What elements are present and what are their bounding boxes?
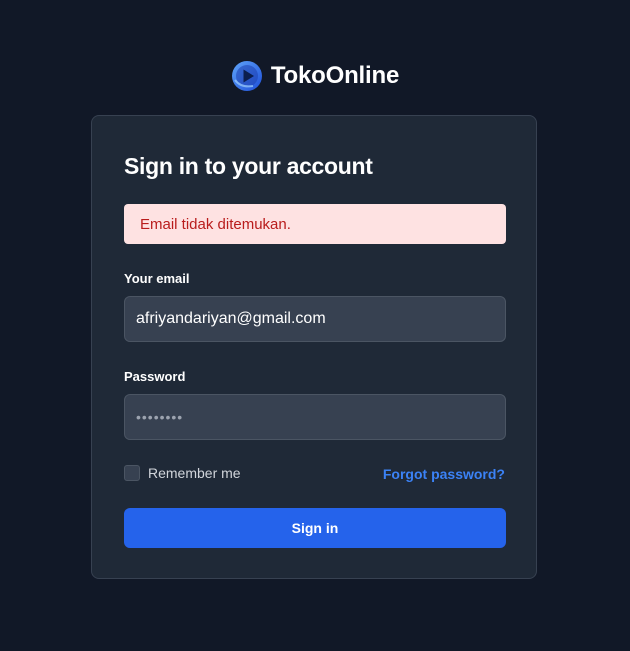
password-label: Password xyxy=(124,369,186,384)
login-page: TokoOnline Sign in to your account Email… xyxy=(0,0,630,651)
error-alert: Email tidak ditemukan. xyxy=(124,204,506,244)
page-title: Sign in to your account xyxy=(124,153,373,179)
remember-me-label: Remember me xyxy=(148,465,241,481)
play-circle-logo-icon xyxy=(231,61,262,91)
sign-in-button[interactable]: Sign in xyxy=(124,508,506,548)
forgot-password-link[interactable]: Forgot password? xyxy=(383,466,505,482)
remember-me-checkbox[interactable] xyxy=(124,465,140,481)
email-field[interactable] xyxy=(124,296,506,342)
brand-name: TokoOnline xyxy=(270,62,400,89)
email-label: Your email xyxy=(124,271,190,286)
password-field[interactable] xyxy=(124,394,506,440)
remember-me[interactable]: Remember me xyxy=(124,465,241,481)
brand-header[interactable]: TokoOnline xyxy=(0,58,630,94)
login-card: Sign in to your account Email tidak dite… xyxy=(91,115,537,579)
